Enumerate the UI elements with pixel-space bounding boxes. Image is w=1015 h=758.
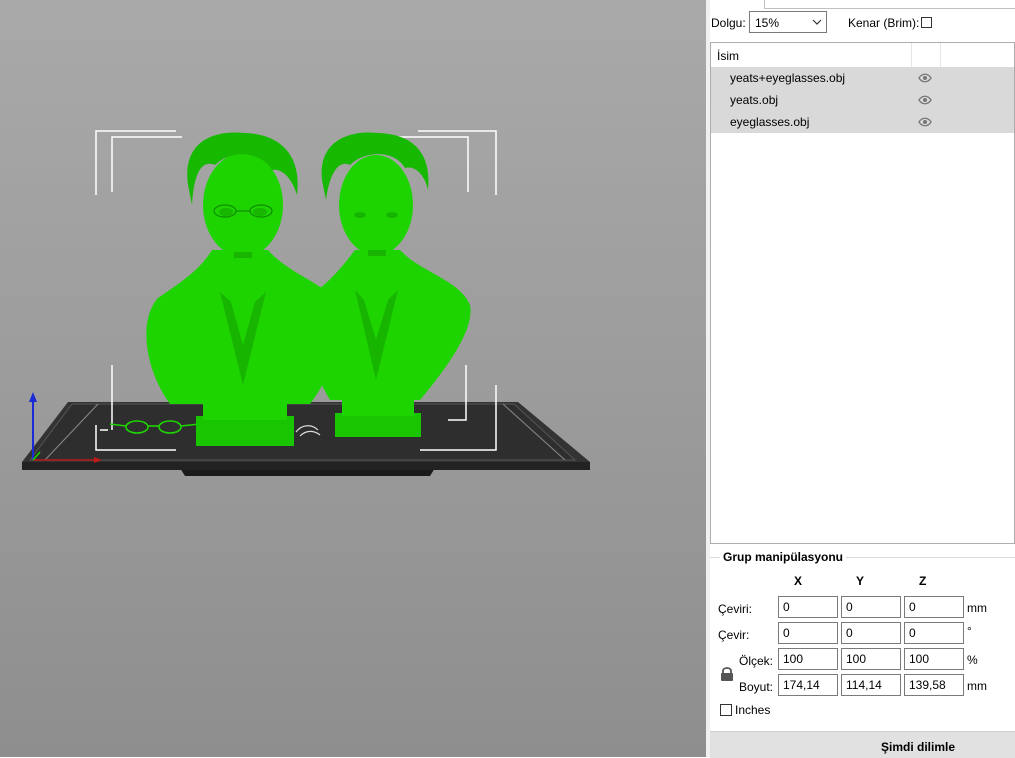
slice-now-button[interactable]: Şimdi dilimle — [710, 731, 1015, 758]
translate-unit: mm — [967, 601, 987, 615]
eye-icon[interactable] — [918, 72, 932, 84]
field-value: 0 — [846, 626, 853, 640]
rotate-label: Çevir: — [718, 628, 750, 642]
3d-viewport[interactable] — [0, 0, 706, 757]
translate-y-field[interactable]: 0 — [841, 596, 901, 618]
list-item[interactable]: eyeglasses.obj — [711, 111, 1014, 133]
translate-label: Çeviri: — [718, 602, 753, 616]
lock-icon[interactable] — [720, 666, 734, 682]
infill-dropdown[interactable]: 15% — [749, 11, 827, 33]
field-value: 0 — [909, 626, 916, 640]
size-unit: mm — [967, 679, 987, 693]
scene — [22, 130, 590, 476]
list-item[interactable]: yeats+eyeglasses.obj — [711, 67, 1014, 89]
brim-label: Kenar (Brim): — [848, 16, 920, 30]
name-column-header[interactable]: İsim — [717, 49, 739, 63]
field-value: 0 — [783, 626, 790, 640]
scale-label: Ölçek: — [739, 654, 774, 668]
inches-label: Inches — [735, 703, 771, 717]
field-value: 0 — [783, 600, 790, 614]
object-list[interactable]: İsim yeats+eyeglasses.obj yeats.obj eyeg… — [710, 42, 1015, 544]
inches-checkbox[interactable] — [720, 704, 732, 716]
scale-y-field[interactable]: 100 — [841, 648, 901, 670]
eye-icon[interactable] — [918, 94, 932, 106]
field-value: 114,14 — [846, 678, 882, 692]
slice-now-label: Şimdi dilimle — [881, 740, 956, 754]
translate-z-field[interactable]: 0 — [904, 596, 964, 618]
field-value: 0 — [909, 600, 916, 614]
field-value: 0 — [846, 600, 853, 614]
axis-y-header: Y — [856, 574, 865, 588]
scale-x-field[interactable]: 100 — [778, 648, 838, 670]
size-x-field[interactable]: 174,14 — [778, 674, 838, 696]
column-separator — [940, 43, 941, 67]
size-label: Boyut: — [739, 680, 774, 694]
rotate-x-field[interactable]: 0 — [778, 622, 838, 644]
field-value: 100 — [909, 652, 930, 666]
scale-unit: % — [967, 653, 978, 667]
rotate-unit: ° — [967, 624, 972, 638]
axis-z-header: Z — [919, 574, 927, 588]
size-y-field[interactable]: 114,14 — [841, 674, 901, 696]
rotate-z-field[interactable]: 0 — [904, 622, 964, 644]
brim-checkbox[interactable] — [921, 17, 932, 28]
yeats-bust-left[interactable] — [146, 132, 344, 446]
field-value: 100 — [783, 652, 804, 666]
rotate-y-field[interactable]: 0 — [841, 622, 901, 644]
scale-z-field[interactable]: 100 — [904, 648, 964, 670]
group-manipulation-title: Grup manipülasyonu — [720, 550, 847, 564]
settings-panel: Dolgu: 15% Kenar (Brim): İsim yeats+eyeg… — [706, 0, 1015, 758]
eye-icon[interactable] — [918, 116, 932, 128]
object-name: yeats+eyeglasses.obj — [730, 71, 846, 85]
field-value: 139,58 — [909, 678, 946, 692]
translate-x-field[interactable]: 0 — [778, 596, 838, 618]
print-bed — [22, 402, 590, 476]
size-z-field[interactable]: 139,58 — [904, 674, 964, 696]
axis-x-header: X — [794, 574, 803, 588]
list-item[interactable]: yeats.obj — [711, 89, 1014, 111]
chevron-down-icon — [812, 15, 822, 32]
yeats-bust-right[interactable] — [307, 132, 471, 437]
infill-label: Dolgu: — [711, 16, 746, 30]
infill-value: 15% — [755, 16, 780, 30]
column-separator — [911, 43, 912, 67]
object-name: yeats.obj — [730, 93, 779, 107]
object-name: eyeglasses.obj — [730, 115, 810, 129]
object-list-header: İsim — [711, 43, 1014, 68]
field-value: 174,14 — [783, 678, 820, 692]
field-value: 100 — [846, 652, 867, 666]
top-tab-strip — [764, 0, 1015, 9]
